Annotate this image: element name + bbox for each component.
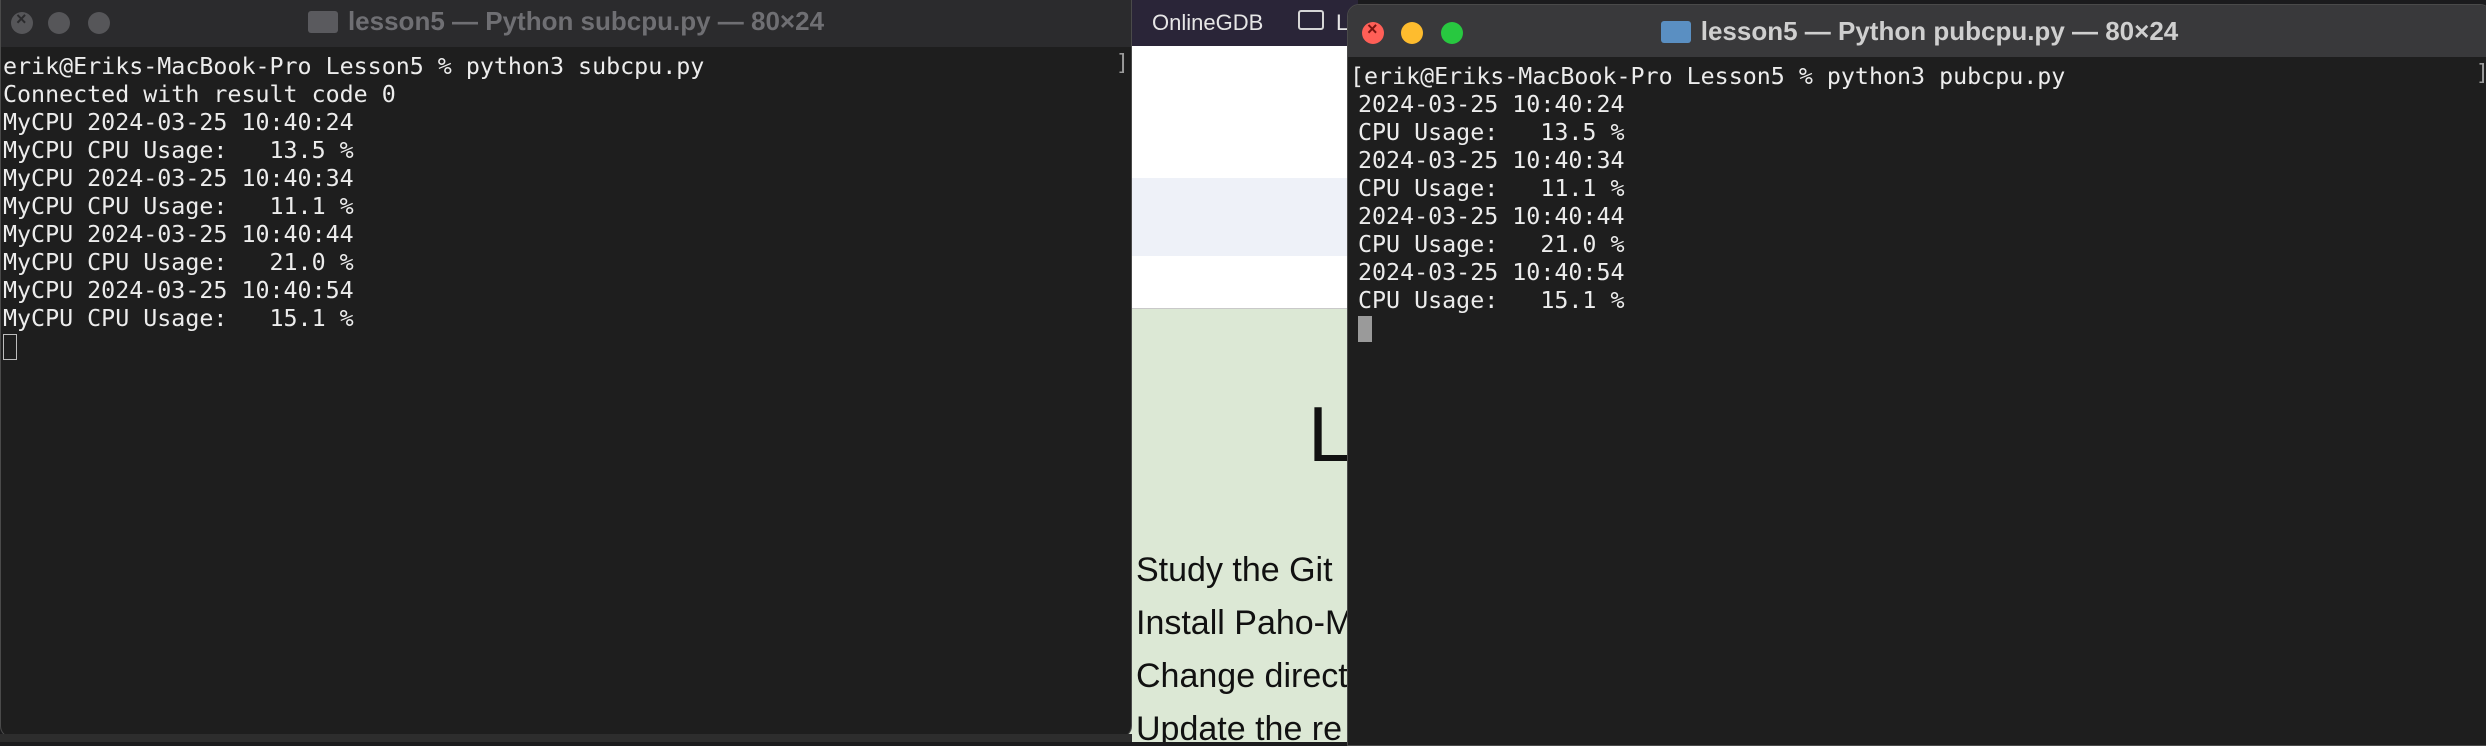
slide-heading: L [1308, 390, 1352, 478]
page-header-band [1128, 178, 1358, 256]
terminal-line: CPU Usage: 11.1 % [1358, 175, 1625, 202]
window-title: lesson5 — Python pubcpu.py — 80×24 [1348, 5, 2486, 57]
window-title: lesson5 — Python subcpu.py — 80×24 [1, 0, 1131, 47]
text-cursor [1358, 316, 1372, 342]
folder-icon [1660, 21, 1691, 43]
terminal-line: MyCPU CPU Usage: 21.0 % [3, 249, 354, 276]
folder-icon [1298, 10, 1324, 30]
terminal-line: 2024-03-25 10:40:44 [1358, 203, 1625, 230]
terminal-window-pubcpu[interactable]: lesson5 — Python pubcpu.py — 80×24 ] [er… [1347, 4, 2486, 746]
text-cursor [3, 334, 17, 360]
terminal-line: 2024-03-25 10:40:54 [1358, 259, 1625, 286]
terminal-line: MyCPU CPU Usage: 11.1 % [3, 193, 354, 220]
terminal-line: CPU Usage: 15.1 % [1358, 287, 1625, 314]
terminal-line: 2024-03-25 10:40:24 [1358, 91, 1625, 118]
terminal-output[interactable]: erik@Eriks-MacBook-Pro Lesson5 % python3… [1, 53, 1131, 737]
terminal-line: [erik@Eriks-MacBook-Pro Lesson5 % python… [1350, 63, 2066, 90]
terminal-line: CPU Usage: 13.5 % [1358, 119, 1625, 146]
slide-line: Study the Git [1136, 551, 1333, 589]
slide-line: Update the re [1136, 710, 1343, 742]
bookmark-onlinegdb[interactable]: OnlineGDB [1152, 10, 1263, 36]
terminal-window-subcpu[interactable]: lesson5 — Python subcpu.py — 80×24 ] eri… [0, 0, 1132, 738]
terminal-line: Connected with result code 0 [3, 81, 396, 108]
terminal-line: MyCPU 2024-03-25 10:40:24 [3, 109, 354, 136]
slide-line: Change direct [1136, 657, 1348, 695]
slide-preview: L Study the Git Install Paho-M Change di… [1128, 308, 1358, 742]
background-browser-window[interactable]: OnlineGDB Le L Study the Git Install Pah… [1128, 0, 1358, 742]
window-bottom-edge [0, 734, 1132, 742]
terminal-line: erik@Eriks-MacBook-Pro Lesson5 % python3… [3, 53, 705, 80]
title-bar[interactable]: lesson5 — Python pubcpu.py — 80×24 [1348, 5, 2486, 57]
terminal-line: MyCPU 2024-03-25 10:40:54 [3, 277, 354, 304]
slide-line: Install Paho-M [1136, 604, 1354, 642]
terminal-line: CPU Usage: 21.0 % [1358, 231, 1625, 258]
terminal-line: MyCPU CPU Usage: 13.5 % [3, 137, 354, 164]
terminal-output[interactable]: [erik@Eriks-MacBook-Pro Lesson5 % python… [1348, 63, 2486, 745]
folder-icon [307, 11, 338, 33]
terminal-line: MyCPU 2024-03-25 10:40:44 [3, 221, 354, 248]
title-bar[interactable]: lesson5 — Python subcpu.py — 80×24 [1, 0, 1131, 47]
terminal-line: MyCPU CPU Usage: 15.1 % [3, 305, 354, 332]
terminal-line: 2024-03-25 10:40:34 [1358, 147, 1625, 174]
terminal-line: MyCPU 2024-03-25 10:40:34 [3, 165, 354, 192]
bookmarks-bar: OnlineGDB Le [1128, 0, 1358, 46]
